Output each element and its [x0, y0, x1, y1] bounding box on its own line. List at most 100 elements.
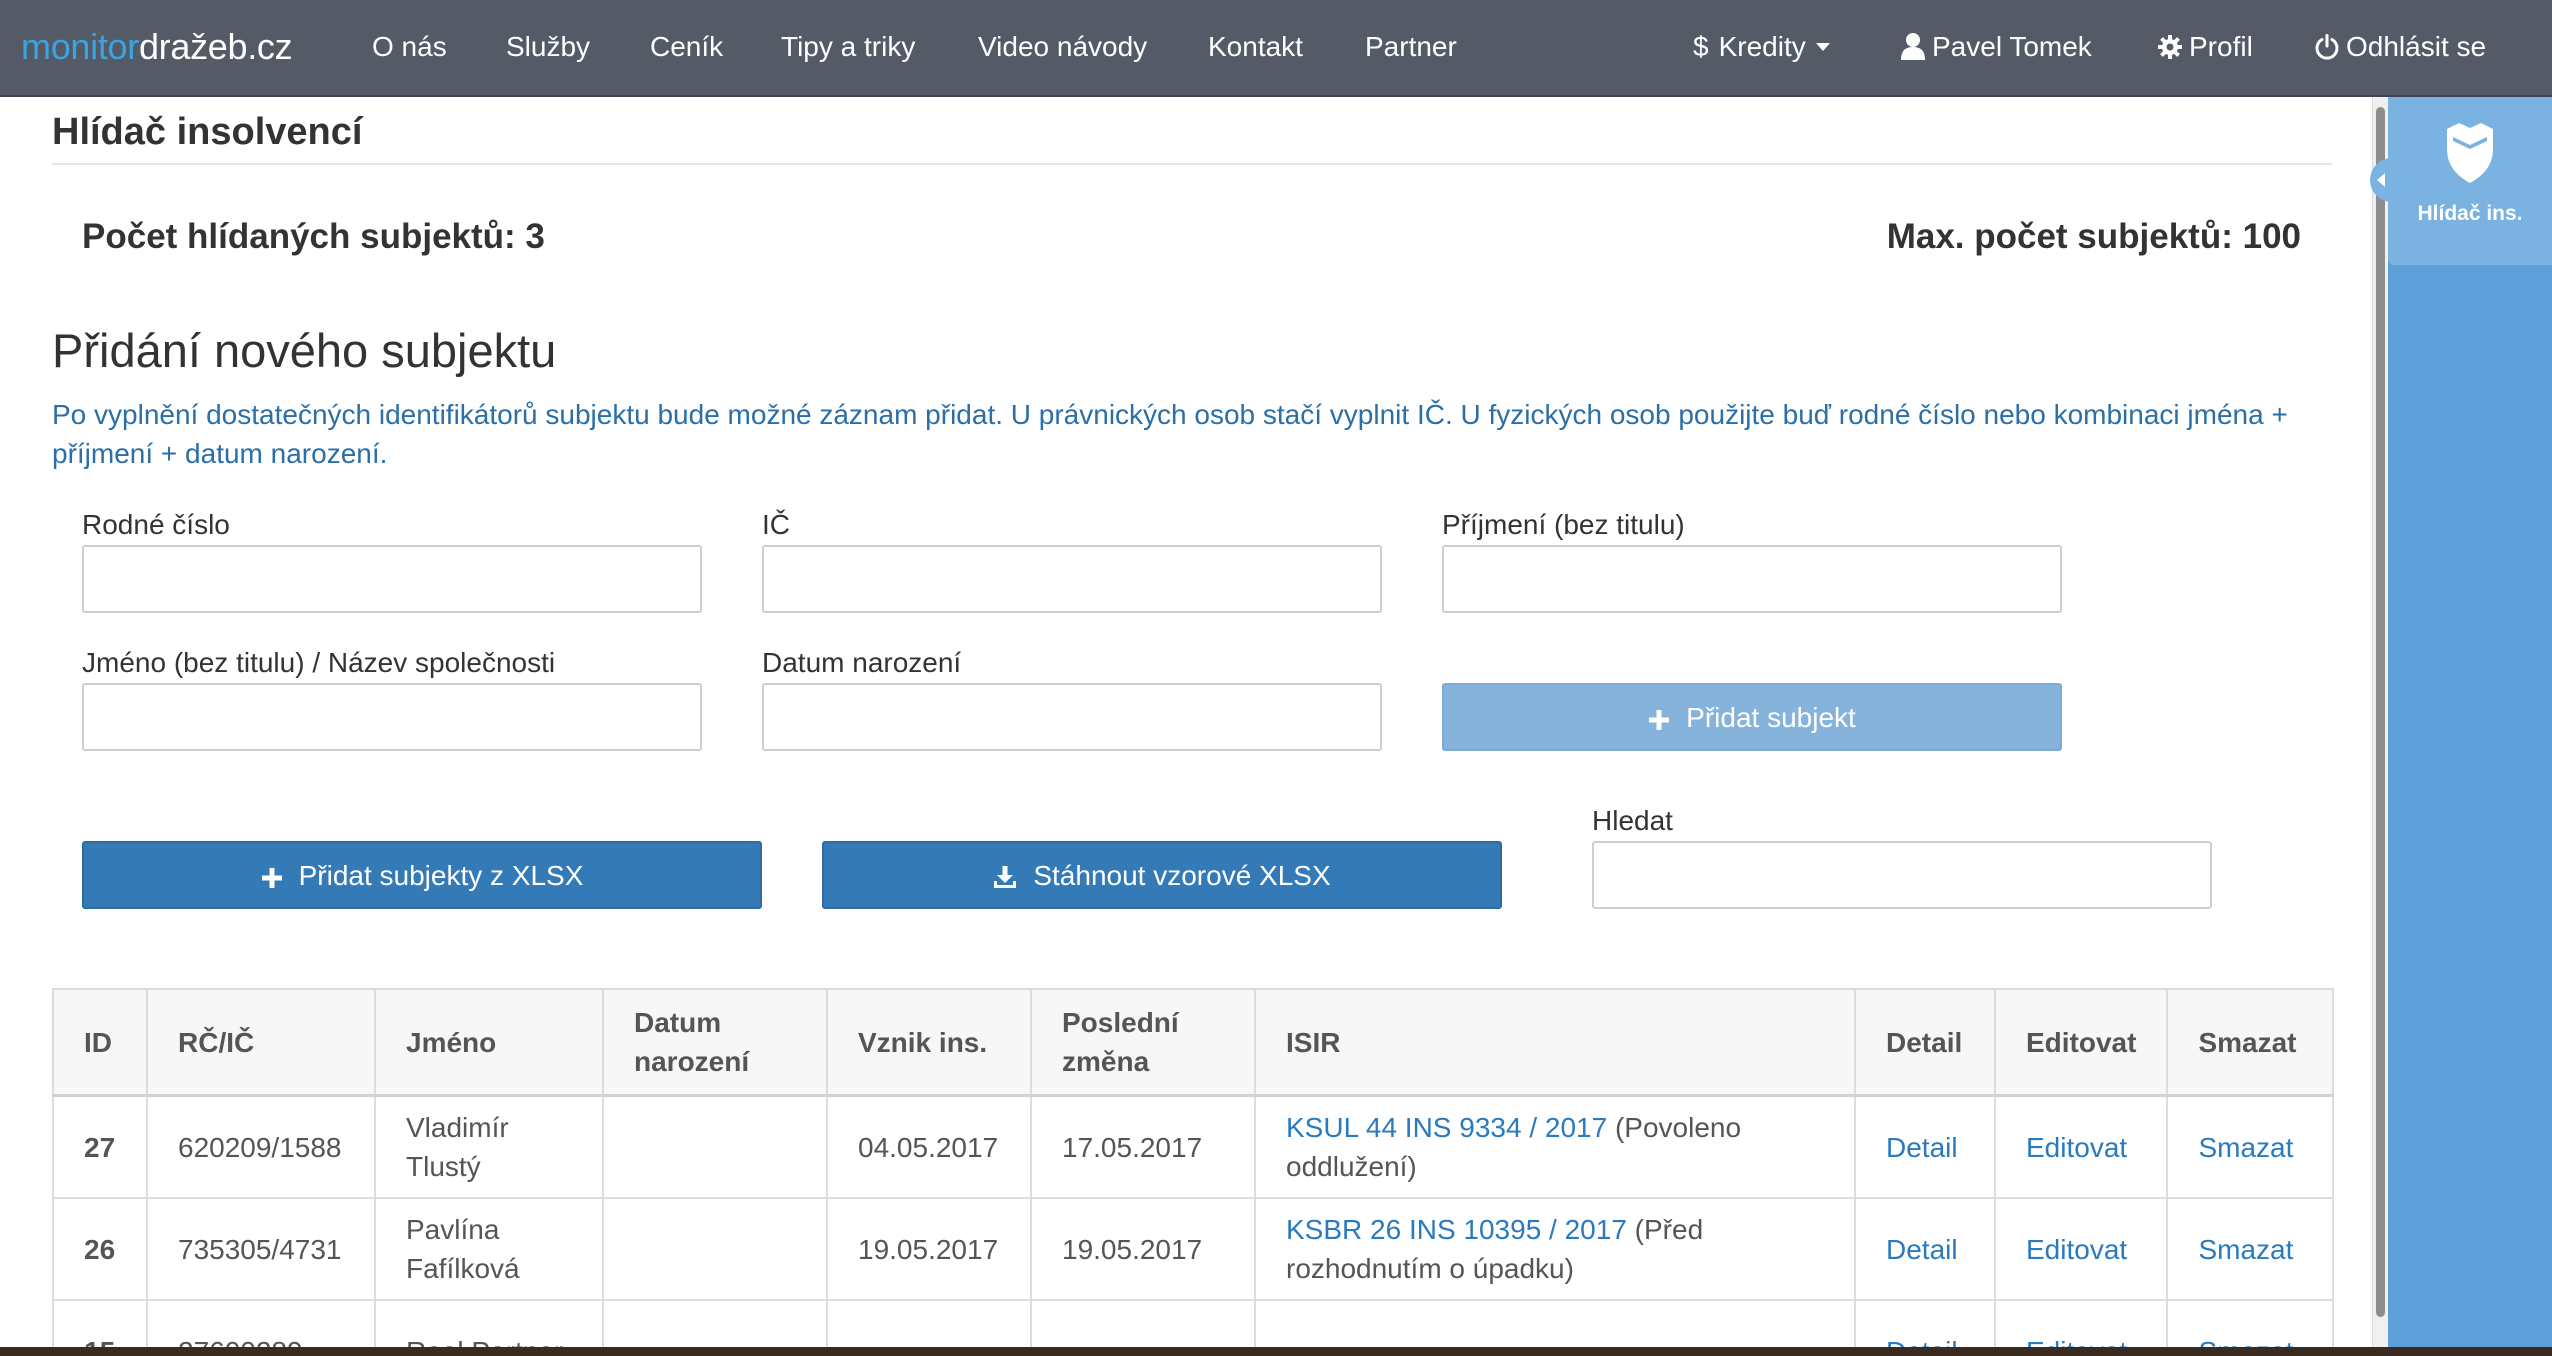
download-icon — [994, 866, 1017, 888]
col-header-posledni-zmena[interactable]: Poslední změna — [1030, 988, 1256, 1097]
nav-item-o-nas[interactable]: O nás — [372, 0, 447, 97]
title-divider — [52, 163, 2332, 165]
dollar-icon: $ — [1693, 31, 1709, 62]
nav-item-sluzby[interactable]: Služby — [506, 0, 590, 97]
cell-id: 15 — [52, 1299, 148, 1347]
col-header-jmeno[interactable]: Jméno — [374, 988, 604, 1097]
logout-label: Odhlásit se — [2346, 31, 2487, 62]
delete-link[interactable]: Smazat — [2198, 1132, 2293, 1163]
cell-detail: Detail — [1854, 1299, 1996, 1348]
cell-jmeno-line1: Vladimír — [406, 1112, 509, 1143]
cell-id: 26 — [52, 1197, 148, 1301]
cell-vznik: 04.05.2017 — [826, 1094, 1032, 1199]
ic-label: IČ — [762, 509, 790, 540]
cell-posledni: 19.05.2017 — [1030, 1197, 1256, 1301]
cell-jmeno-line2: Tlustý — [406, 1151, 481, 1182]
detail-link[interactable]: Detail — [1886, 1336, 1958, 1348]
user-name: Pavel Tomek — [1932, 31, 2092, 62]
col-header-datum-line2: narození — [634, 1046, 750, 1077]
delete-link[interactable]: Smazat — [2198, 1234, 2293, 1265]
add-subject-button-label: Přidat subjekt — [1686, 702, 1856, 733]
delete-link[interactable]: Smazat — [2198, 1336, 2293, 1348]
nav-item-kontakt[interactable]: Kontakt — [1208, 0, 1303, 97]
add-subject-title: Přidání nového subjektu — [52, 324, 557, 377]
nav-item-video-navody[interactable]: Video návody — [978, 0, 1147, 97]
cell-smazat: Smazat — [2166, 1299, 2335, 1348]
col-header-detail: Detail — [1854, 988, 1996, 1097]
edit-link[interactable]: Editovat — [2026, 1234, 2127, 1265]
isir-status-line1: (Povoleno — [1607, 1112, 1742, 1143]
side-panel — [2388, 97, 2552, 1347]
ic-input[interactable] — [762, 545, 1382, 613]
isir-link[interactable]: KSUL 44 INS 9334 / 2017 — [1286, 1112, 1607, 1143]
user-menu[interactable]: Pavel Tomek — [1900, 0, 2092, 97]
add-subject-info: Po vyplnění dostatečných identifikátorů … — [52, 399, 2288, 469]
cell-jmeno: Real Partner — [374, 1299, 604, 1347]
brand-name-part1: monitor — [21, 26, 139, 67]
cell-isir — [1254, 1299, 1856, 1347]
profile-label: Profil — [2189, 31, 2253, 62]
logout-link[interactable]: Odhlásit se — [2314, 0, 2486, 97]
download-xlsx-button[interactable]: Stáhnout vzorové XLSX — [822, 841, 1502, 909]
cell-posledni: 17.05.2017 — [1030, 1094, 1256, 1199]
cell-isir: KSBR 26 INS 10395 / 2017 (Před rozhodnutí… — [1254, 1197, 1856, 1301]
cell-rc-ic: 735305/4731 — [146, 1197, 376, 1301]
col-header-isir[interactable]: ISIR — [1254, 988, 1856, 1097]
jmeno-label: Jméno (bez titulu) / Název společnosti — [82, 647, 556, 678]
search-input[interactable] — [1592, 841, 2212, 909]
isir-status-line2: rozhodnutím o úpadku) — [1286, 1253, 1574, 1284]
credits-dropdown[interactable]: $ Kredity — [1693, 0, 1830, 97]
rodne-cislo-input[interactable] — [82, 545, 702, 613]
download-xlsx-button-label: Stáhnout vzorové XLSX — [1033, 860, 1331, 891]
isir-status-line1: (Před — [1626, 1214, 1704, 1245]
edit-link[interactable]: Editovat — [2026, 1132, 2127, 1163]
cell-rc-ic: 620209/1588 — [146, 1094, 376, 1199]
scrollbar-thumb[interactable] — [2376, 107, 2385, 1317]
prijmeni-label: Příjmení (bez titulu) — [1442, 509, 1685, 540]
detail-link[interactable]: Detail — [1886, 1132, 1958, 1163]
power-icon — [2314, 31, 2346, 62]
datum-narozeni-input[interactable] — [762, 683, 1382, 751]
cell-datum — [602, 1197, 828, 1301]
nav-item-cenik[interactable]: Ceník — [650, 0, 723, 97]
col-header-posledni-line1: Poslední — [1062, 1007, 1179, 1038]
monitored-count: Počet hlídaných subjektů: 3 — [82, 217, 545, 256]
datum-narozeni-label: Datum narození — [762, 647, 962, 678]
profile-link[interactable]: Profil — [2157, 0, 2253, 97]
cell-vznik — [826, 1299, 1032, 1347]
table-row: 15 27600289 Real Partner Detail Editovat… — [52, 1299, 2335, 1348]
isir-link[interactable]: KSBR 26 INS 10395 / 2017 — [1286, 1214, 1627, 1245]
add-xlsx-button[interactable]: Přidat subjekty z XLSX — [82, 841, 762, 909]
cell-smazat: Smazat — [2166, 1094, 2335, 1199]
search-label: Hledat — [1592, 805, 1673, 836]
col-header-datum-narozeni[interactable]: Datum narození — [602, 988, 828, 1097]
col-header-editovat: Editovat — [1993, 988, 2169, 1097]
prijmeni-input[interactable] — [1442, 545, 2062, 613]
table-header-row: ID RČ/IČ Jméno Datum narození Vznik ins. … — [52, 988, 2335, 1097]
edit-link[interactable]: Editovat — [2026, 1336, 2127, 1348]
cell-datum — [602, 1094, 828, 1199]
cell-detail: Detail — [1854, 1094, 1996, 1199]
nav-item-partner[interactable]: Partner — [1365, 0, 1457, 97]
cell-editovat: Editovat — [1993, 1299, 2169, 1348]
page-scrollbar[interactable] — [2372, 97, 2388, 1347]
jmeno-input[interactable] — [82, 683, 702, 751]
top-navbar: monitordražeb.cz O nás Služby Ceník Tipy… — [0, 0, 2552, 97]
shield-icon — [2447, 123, 2493, 183]
credits-label: Kredity — [1718, 31, 1806, 62]
col-header-vznik[interactable]: Vznik ins. — [826, 988, 1032, 1097]
cell-posledni — [1030, 1299, 1256, 1347]
add-subject-button[interactable]: Přidat subjekt — [1442, 683, 2062, 751]
brand-logo[interactable]: monitordražeb.cz — [21, 0, 293, 97]
page-title: Hlídač insolvencí — [52, 111, 363, 153]
side-tab-hlidac[interactable]: Hlídač ins. — [2388, 97, 2552, 265]
cell-id: 27 — [52, 1094, 148, 1199]
col-header-posledni-line2: změna — [1062, 1046, 1150, 1077]
detail-link[interactable]: Detail — [1886, 1234, 1958, 1265]
cell-editovat: Editovat — [1993, 1197, 2169, 1301]
cell-rc-ic: 27600289 — [146, 1299, 376, 1347]
col-header-id[interactable]: ID — [52, 988, 148, 1097]
nav-item-tipy-a-triky[interactable]: Tipy a triky — [781, 0, 915, 97]
col-header-rc-ic[interactable]: RČ/IČ — [146, 988, 376, 1097]
col-header-datum-line1: Datum — [634, 1007, 722, 1038]
